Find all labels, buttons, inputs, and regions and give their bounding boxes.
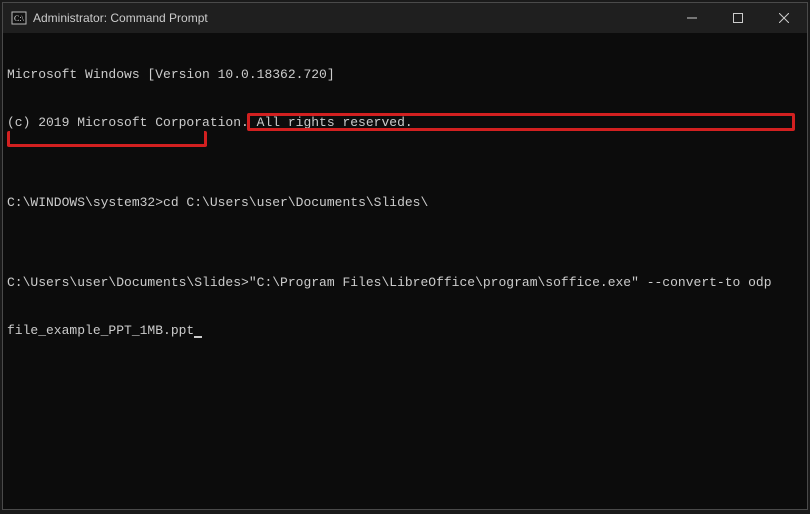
convert-command-line-2: file_example_PPT_1MB.ppt [7, 323, 803, 339]
version-line: Microsoft Windows [Version 10.0.18362.72… [7, 67, 803, 83]
minimize-button[interactable] [669, 3, 715, 33]
text-cursor [194, 336, 202, 338]
command-prompt-window: C:\ Administrator: Command Prompt Micros… [2, 2, 808, 510]
terminal-output[interactable]: Microsoft Windows [Version 10.0.18362.72… [3, 33, 807, 509]
cmd-icon: C:\ [11, 10, 27, 26]
window-title: Administrator: Command Prompt [33, 11, 669, 25]
maximize-button[interactable] [715, 3, 761, 33]
prompt-text: C:\Users\user\Documents\Slides> [7, 275, 249, 290]
titlebar[interactable]: C:\ Administrator: Command Prompt [3, 3, 807, 33]
command-text: file_example_PPT_1MB.ppt [7, 323, 194, 338]
command-text: cd C:\Users\user\Documents\Slides\ [163, 195, 428, 210]
highlight-box-2 [7, 131, 207, 147]
prompt-text: C:\WINDOWS\system32> [7, 195, 163, 210]
close-button[interactable] [761, 3, 807, 33]
svg-text:C:\: C:\ [14, 14, 25, 23]
cd-command-line: C:\WINDOWS\system32>cd C:\Users\user\Doc… [7, 195, 803, 211]
convert-command-line-1: C:\Users\user\Documents\Slides>"C:\Progr… [7, 275, 803, 291]
copyright-line: (c) 2019 Microsoft Corporation. All righ… [7, 115, 803, 131]
command-text: "C:\Program Files\LibreOffice\program\so… [249, 275, 772, 290]
window-controls [669, 3, 807, 33]
